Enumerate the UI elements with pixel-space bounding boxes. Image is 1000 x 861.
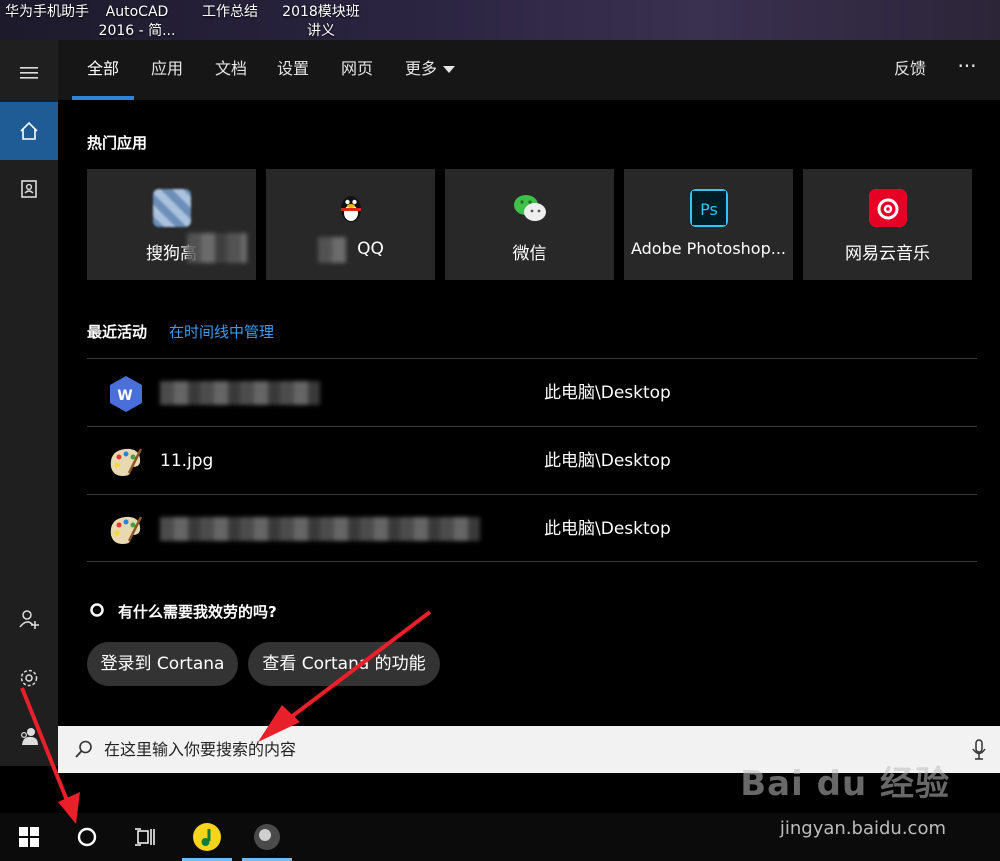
hamburger-menu-icon (20, 67, 38, 79)
tab-label: 文档 (214, 59, 247, 78)
photoshop-icon: Ps (689, 189, 728, 227)
more-options-icon: ··· (957, 54, 977, 78)
microphone-icon[interactable] (971, 738, 987, 762)
sogou-app-icon (152, 189, 191, 227)
app-label: 微信 (512, 244, 547, 264)
app-tile-sogou[interactable]: 搜狗高 (87, 169, 256, 280)
task-view-icon (135, 828, 155, 846)
feedback-button[interactable]: 反馈 (882, 40, 938, 100)
cortana-circle-icon (77, 827, 97, 847)
tab-all[interactable]: 全部 (72, 40, 134, 100)
tab-label: 更多 (404, 59, 437, 78)
desktop-icon-label: 华为手机助手 (5, 4, 89, 20)
sidebar-item-add-user[interactable] (0, 590, 58, 648)
add-user-icon (19, 610, 39, 629)
account-icon (20, 728, 38, 745)
desktop-icon-huawei[interactable]: 华为手机助手 (4, 3, 90, 22)
wechat-icon (513, 195, 546, 221)
recent-activity-title: 最近活动 (87, 323, 148, 341)
feedback-label: 反馈 (893, 59, 926, 78)
taskbar-app-unknown[interactable] (242, 813, 292, 861)
app-label: QQ (357, 239, 384, 259)
desktop-icon-label: 2018模块班 讲义 (282, 4, 360, 39)
cortana-ring-icon (90, 603, 104, 617)
desktop-icon-autocad[interactable]: AutoCAD 2016 - 简... (92, 3, 182, 41)
desktop-icon-label: AutoCAD 2016 - 简... (98, 4, 176, 39)
windows-logo-icon (19, 827, 39, 847)
sidebar-item-notebook[interactable] (0, 160, 58, 218)
home-icon (20, 121, 38, 140)
hamburger-menu-button[interactable] (0, 44, 58, 102)
desktop-icon-work-summary[interactable]: 工作总结 (190, 3, 270, 22)
notebook-icon (21, 180, 37, 198)
chevron-down-icon (443, 66, 455, 73)
tab-settings[interactable]: 设置 (266, 40, 320, 100)
svg-text:Ps: Ps (700, 200, 718, 219)
gear-icon (20, 669, 38, 687)
svg-text:W: W (117, 388, 132, 404)
task-view-button[interactable] (116, 813, 174, 861)
pixelated-region (160, 381, 320, 405)
sidebar (0, 40, 58, 766)
recent-item[interactable]: W 此电脑\Desktop (87, 358, 977, 426)
tab-label: 全部 (86, 59, 119, 78)
recent-item[interactable]: 11.jpg 此电脑\Desktop (87, 426, 977, 494)
app-tile-qq[interactable]: QQ (266, 169, 435, 280)
app-tile-netease-music[interactable]: 网易云音乐 (803, 169, 972, 280)
search-icon (75, 740, 92, 758)
qq-penguin-icon (340, 196, 361, 222)
top-apps-title: 热门应用 (87, 134, 148, 152)
cortana-prompt: 有什么需要我效劳的吗? (118, 603, 277, 621)
cortana-button[interactable] (58, 813, 116, 861)
recent-item-path: 此电脑\Desktop (544, 519, 671, 539)
sign-in-cortana-button[interactable]: 登录到 Cortana (87, 642, 238, 686)
more-options-button[interactable]: ··· (946, 40, 988, 100)
sidebar-item-home[interactable] (0, 102, 58, 160)
sidebar-item-account[interactable] (0, 707, 58, 765)
pixelated-region (318, 237, 346, 263)
wps-document-icon: W (110, 376, 142, 412)
cortana-features-button[interactable]: 查看 Cortana 的功能 (248, 642, 440, 686)
app-tile-wechat[interactable]: 微信 (445, 169, 614, 280)
paint-palette-icon (110, 516, 143, 544)
recent-item-path: 此电脑\Desktop (544, 383, 671, 403)
tab-bar: 全部 应用 文档 设置 网页 更多 反馈 ··· (58, 40, 1000, 100)
active-tab-indicator (72, 96, 134, 100)
tab-label: 网页 (340, 59, 373, 78)
tab-apps[interactable]: 应用 (140, 40, 194, 100)
app-tile-photoshop[interactable]: Ps Adobe Photoshop... (624, 169, 793, 280)
tab-label: 应用 (150, 59, 183, 78)
tab-label: 设置 (276, 59, 309, 78)
paint-palette-icon (110, 448, 143, 476)
desktop-icon-label: 工作总结 (202, 4, 258, 20)
start-button[interactable] (0, 813, 58, 861)
app-label: 网易云音乐 (845, 244, 930, 264)
tab-more[interactable]: 更多 (392, 40, 468, 100)
recent-item-name: 11.jpg (160, 451, 214, 471)
app-label: Adobe Photoshop... (630, 239, 786, 258)
netease-music-icon (868, 189, 907, 227)
desktop-background: 华为手机助手 AutoCAD 2016 - 简... 工作总结 2018模块班 … (0, 0, 1000, 40)
search-panel: 全部 应用 文档 设置 网页 更多 反馈 ··· 热门应用 搜狗高 QQ 微信 … (0, 40, 1000, 766)
tab-web[interactable]: 网页 (330, 40, 384, 100)
qq-music-icon (193, 823, 221, 851)
tab-documents[interactable]: 文档 (204, 40, 258, 100)
recent-item-path: 此电脑\Desktop (544, 451, 671, 471)
recent-item[interactable]: 此电脑\Desktop (87, 494, 977, 562)
app-circle-icon (254, 824, 280, 850)
sidebar-item-settings[interactable] (0, 649, 58, 707)
baidu-watermark: Bai du 经验 (740, 764, 950, 804)
pixelated-region (160, 517, 480, 541)
desktop-icon-2018-lectures[interactable]: 2018模块班 讲义 (276, 3, 366, 41)
pixelated-region (187, 233, 247, 263)
taskbar-app-qq-music[interactable] (182, 813, 232, 861)
manage-in-timeline-link[interactable]: 在时间线中管理 (169, 321, 274, 342)
watermark-url: jingyan.baidu.com (779, 818, 946, 839)
